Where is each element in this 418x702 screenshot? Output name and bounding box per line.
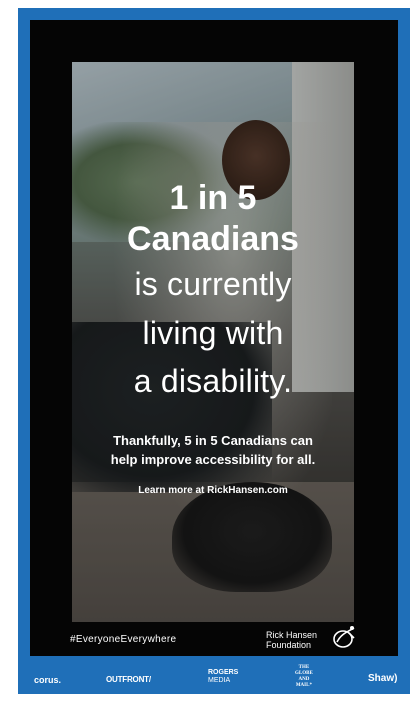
cta-link[interactable]: Learn more at RickHansen.com — [82, 484, 344, 498]
sponsor-globe-logo: THE GLOBE AND MAIL* — [295, 665, 313, 689]
sponsor-shaw-logo: Shaw) — [368, 673, 398, 684]
sponsor-rogers-line-1: ROGERS — [208, 669, 239, 676]
headline-line-5: a disability. — [133, 363, 293, 399]
hashtag: #EveryoneEverywhere — [70, 634, 177, 645]
foundation-name-line-1: Rick Hansen — [266, 630, 318, 640]
sponsor-outfront-logo: OUTFRONT/ — [106, 675, 151, 684]
headline-line-4: living with — [142, 315, 284, 351]
foundation-logo-text: Rick Hansen Foundation — [266, 630, 330, 650]
headline-line-2: Canadians — [127, 220, 299, 258]
ad-frame: 1 in 5 Canadians is currently living wit… — [0, 0, 418, 702]
headline-line-1: 1 in 5 — [169, 179, 257, 217]
headline-line-3: is currently — [134, 266, 292, 302]
sponsor-globe-line-4: MAIL* — [295, 683, 312, 688]
foundation-logo-icon — [333, 626, 355, 648]
subtext-line-1: Thankfully, 5 in 5 Canadians can — [113, 433, 313, 448]
foundation-name-line-2: Foundation — [266, 640, 312, 650]
subtext-line-2: help improve accessibility for all. — [110, 452, 316, 467]
sponsor-rogers-line-2: MEDIA — [208, 677, 231, 684]
subtext: Thankfully, 5 in 5 Canadians can help im… — [82, 431, 344, 469]
sponsor-rogers-logo: ROGERS MEDIA — [208, 669, 238, 685]
sponsor-corus-logo: corus. — [34, 675, 62, 685]
sponsor-bar: corus. OUTFRONT/ ROGERS MEDIA THE GLOBE … — [18, 664, 410, 694]
